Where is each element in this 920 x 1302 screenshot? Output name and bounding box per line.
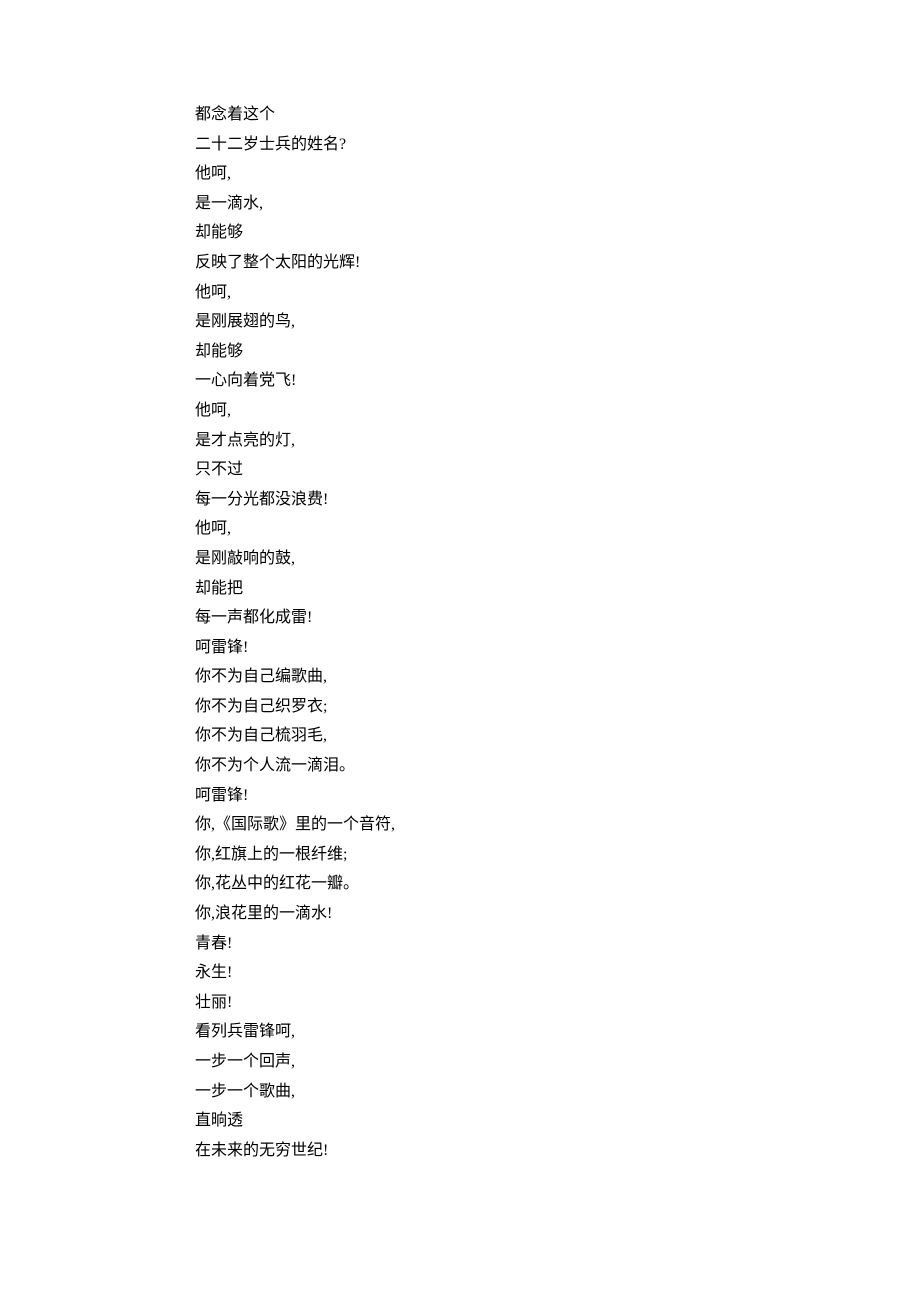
- document-page: 都念着这个 二十二岁士兵的姓名? 他呵, 是一滴水, 却能够 反映了整个太阳的光…: [0, 0, 920, 1302]
- poem-line: 在未来的无穷世纪!: [195, 1136, 920, 1166]
- poem-line: 是刚敲响的鼓,: [195, 544, 920, 574]
- poem-line: 你,花丛中的红花一瓣。: [195, 869, 920, 899]
- poem-line: 都念着这个: [195, 100, 920, 130]
- poem-line: 直晌透: [195, 1106, 920, 1136]
- poem-line: 一步一个歌曲,: [195, 1077, 920, 1107]
- poem-line: 你不为自己织罗衣;: [195, 692, 920, 722]
- poem-line: 一步一个回声,: [195, 1047, 920, 1077]
- poem-line: 看列兵雷锋呵,: [195, 1017, 920, 1047]
- poem-line: 壮丽!: [195, 988, 920, 1018]
- poem-line: 你,浪花里的一滴水!: [195, 899, 920, 929]
- poem-line: 一心向着党飞!: [195, 366, 920, 396]
- poem-line: 每一声都化成雷!: [195, 603, 920, 633]
- poem-line: 你,《国际歌》里的一个音符,: [195, 810, 920, 840]
- poem-line: 是才点亮的灯,: [195, 426, 920, 456]
- poem-line: 青春!: [195, 929, 920, 959]
- poem-line: 只不过: [195, 455, 920, 485]
- poem-line: 是一滴水,: [195, 189, 920, 219]
- poem-line: 二十二岁士兵的姓名?: [195, 130, 920, 160]
- poem-line: 你不为自己梳羽毛,: [195, 721, 920, 751]
- poem-line: 他呵,: [195, 159, 920, 189]
- poem-line: 却能把: [195, 574, 920, 604]
- poem-line: 你不为个人流一滴泪。: [195, 751, 920, 781]
- poem-line: 你不为自己编歌曲,: [195, 662, 920, 692]
- poem-line: 他呵,: [195, 278, 920, 308]
- poem-line: 你,红旗上的一根纤维;: [195, 840, 920, 870]
- poem-line: 是刚展翅的鸟,: [195, 307, 920, 337]
- poem-line: 每一分光都没浪费!: [195, 485, 920, 515]
- poem-line: 却能够: [195, 337, 920, 367]
- poem-line: 呵雷锋!: [195, 781, 920, 811]
- poem-line: 永生!: [195, 958, 920, 988]
- poem-line: 反映了整个太阳的光辉!: [195, 248, 920, 278]
- poem-line: 呵雷锋!: [195, 633, 920, 663]
- poem-line: 他呵,: [195, 396, 920, 426]
- poem-line: 他呵,: [195, 514, 920, 544]
- poem-line: 却能够: [195, 218, 920, 248]
